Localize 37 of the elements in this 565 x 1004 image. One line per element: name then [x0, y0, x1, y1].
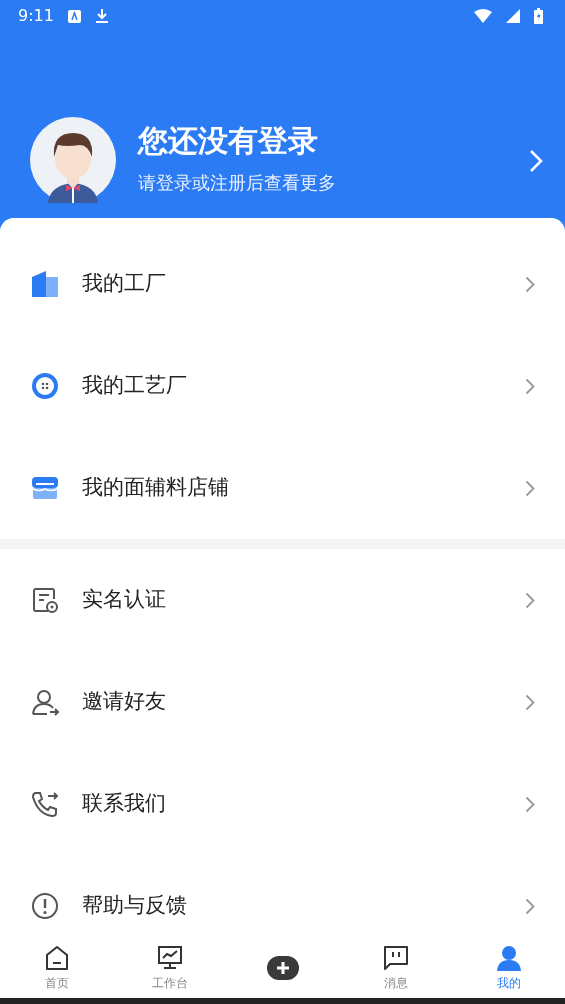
menu-item[interactable]: 我的工厂 [0, 233, 565, 335]
chevron-right-icon [525, 897, 535, 915]
login-title[interactable]: 您还没有登录 [138, 123, 507, 159]
chevron-right-icon [525, 693, 535, 711]
menu-item[interactable]: 联系我们 [0, 753, 565, 855]
tab-item[interactable]: 工作台 [113, 938, 226, 998]
menu-item[interactable]: 我的面辅料店铺 [0, 437, 565, 539]
download-icon [94, 8, 109, 24]
wifi-icon [474, 9, 492, 23]
monitor-chart-icon [155, 944, 184, 972]
chevron-right-icon [525, 795, 535, 813]
tab-item[interactable]: 消息 [339, 938, 452, 998]
menu-item[interactable]: 我的工艺厂 [0, 335, 565, 437]
factory-icon [30, 269, 60, 299]
tab-item[interactable]: 我的 [452, 938, 565, 998]
signal-icon [506, 9, 520, 23]
info-icon [30, 891, 60, 921]
chevron-right-icon [525, 591, 535, 609]
user-add-icon [30, 687, 60, 717]
notification-icon [67, 9, 81, 23]
message-icon [381, 944, 410, 972]
id-card-icon [30, 585, 60, 615]
button-icon [30, 371, 60, 401]
chevron-right-icon [525, 377, 535, 395]
chevron-right-icon [525, 479, 535, 497]
add-button[interactable] [266, 956, 299, 980]
chevron-right-icon [525, 275, 535, 293]
menu-item[interactable]: 帮助与反馈 [0, 855, 565, 938]
menu-item[interactable]: 邀请好友 [0, 651, 565, 753]
phone-icon [30, 789, 60, 819]
status-time: 9:11 [18, 5, 54, 27]
tab-item[interactable]: 首页 [0, 938, 113, 998]
person-icon [494, 944, 523, 972]
login-subtitle: 请登录或注册后查看更多 [138, 171, 337, 195]
battery-icon [534, 8, 543, 24]
chevron-right-icon[interactable] [529, 149, 543, 173]
menu-item[interactable]: 实名认证 [0, 549, 565, 651]
